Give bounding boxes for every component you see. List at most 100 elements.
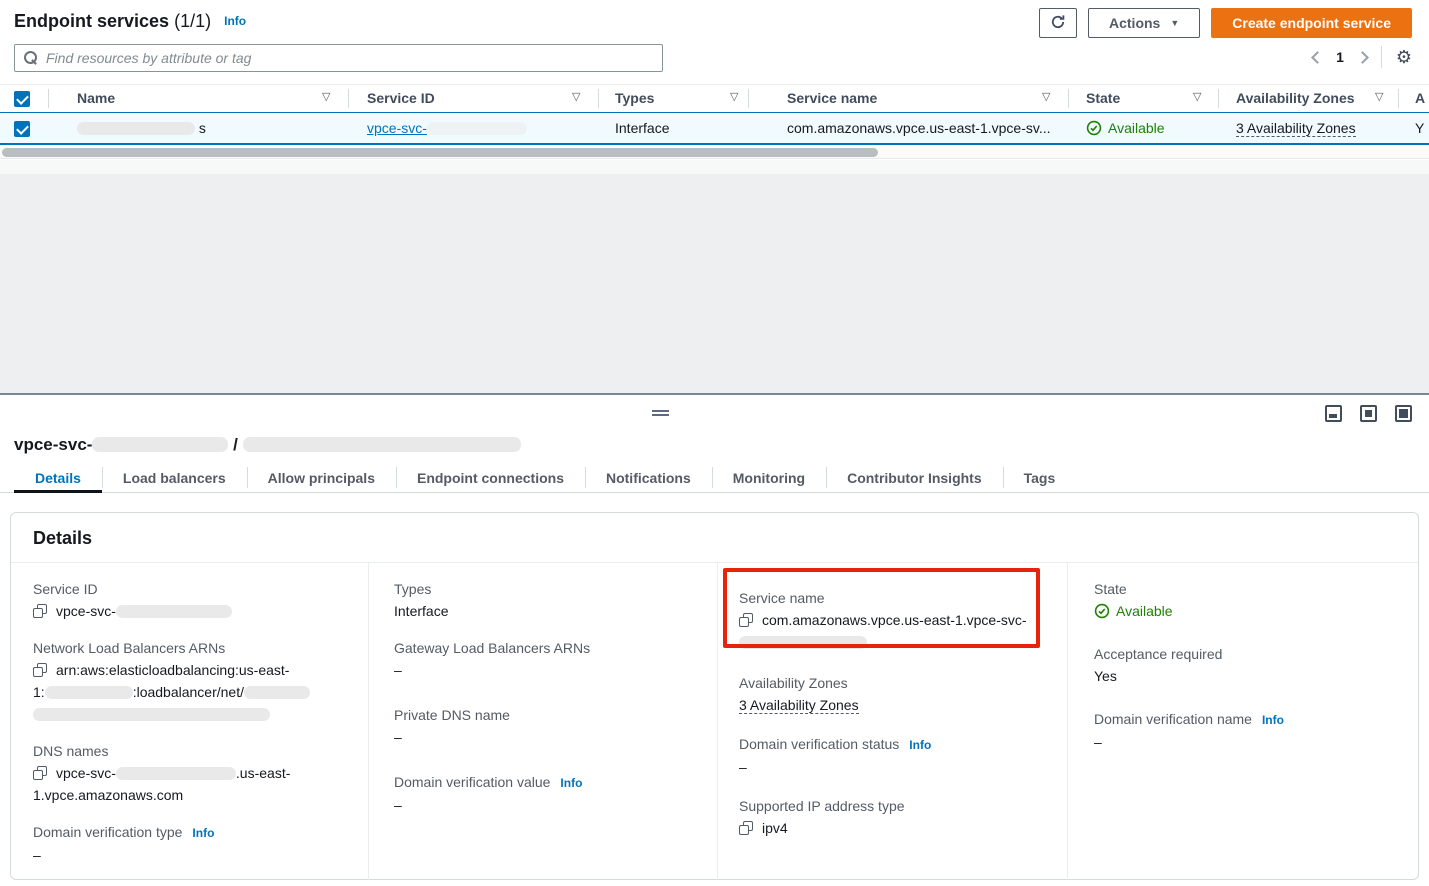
table-header: Name Service ID Types Service name State… [0,84,1429,112]
field-availability-zones: Availability Zones 3 Availability Zones [739,673,1037,716]
field-label: Supported IP address type [739,796,1037,817]
half-pane-icon[interactable] [1360,405,1377,422]
tab-endpoint-connections[interactable]: Endpoint connections [396,463,585,492]
column-header-name[interactable]: Name [77,90,115,106]
search-input[interactable] [38,45,662,71]
divider [348,89,349,108]
top-header: Endpoint services (1/1) Info Actions ▼ C… [0,0,1429,44]
column-header-service-id[interactable]: Service ID [367,90,435,106]
field-state: State Available [1094,579,1418,622]
tab-details[interactable]: Details [14,463,102,492]
actions-button[interactable]: Actions ▼ [1088,8,1200,38]
filter-icon-service-id[interactable] [572,90,580,103]
details-grid: Service ID vpce-svc- Network Load Balanc… [11,563,1418,880]
info-link[interactable]: Info [192,826,214,840]
column-header-types[interactable]: Types [615,90,654,106]
row-types-cell: Interface [615,120,669,136]
field-label: Service ID [33,579,368,600]
field-label: Types [394,579,717,600]
copy-icon[interactable] [33,766,47,780]
column-header-service-name[interactable]: Service name [787,90,877,106]
field-domain-verification-status: Domain verification statusInfo – [739,734,1037,778]
field-acceptance-required: Acceptance required Yes [1094,644,1418,687]
info-link[interactable]: Info [224,14,246,28]
settings-gear-icon[interactable] [1396,48,1412,67]
divider [48,89,49,108]
redacted-value [244,686,310,699]
info-link[interactable]: Info [1262,713,1284,727]
field-label: Private DNS name [394,705,717,726]
copy-icon[interactable] [739,613,753,627]
tab-tags[interactable]: Tags [1003,463,1077,492]
field-value: Yes [1094,665,1418,687]
scrollbar-thumb[interactable] [2,148,878,157]
panel-resize-handle[interactable] [652,410,669,416]
details-column-4: State Available Acceptance required Yes … [1067,563,1418,880]
row-service-id-link[interactable]: vpce-svc- [367,120,527,136]
info-link[interactable]: Info [909,738,931,752]
field-supported-ip-type: Supported IP address type ipv4 [739,796,1037,839]
column-header-availability-zones[interactable]: Availability Zones [1236,90,1355,106]
bottom-pane-icon[interactable] [1325,405,1342,422]
filter-icon-availability-zones[interactable] [1375,90,1383,103]
empty-value: – [1094,731,1418,753]
copy-icon[interactable] [739,821,753,835]
background-gap [0,160,1429,393]
divider [1398,89,1399,108]
create-endpoint-service-button[interactable]: Create endpoint service [1211,8,1412,38]
redacted-name [77,122,195,135]
field-dns-names: DNS names vpce-svc-.us-east- 1.vpce.amaz… [33,741,368,806]
horizontal-scrollbar[interactable] [0,147,1429,159]
details-column-1: Service ID vpce-svc- Network Load Balanc… [11,563,368,880]
previous-page-icon[interactable] [1311,51,1324,64]
caret-down-icon: ▼ [1170,18,1179,28]
filter-icon-types[interactable] [730,90,738,103]
field-domain-verification-value: Domain verification valueInfo – [394,772,717,816]
field-service-id: Service ID vpce-svc- [33,579,368,622]
empty-value: – [394,659,717,681]
full-pane-icon[interactable] [1395,405,1412,422]
filter-bar: 1 [0,43,1429,83]
tab-monitoring[interactable]: Monitoring [712,463,826,492]
details-column-2: Types Interface Gateway Load Balancers A… [368,563,717,880]
availability-zones-link[interactable]: 3 Availability Zones [739,697,859,714]
actions-button-label: Actions [1109,15,1160,31]
next-page-icon[interactable] [1356,51,1369,64]
panel-title: vpce-svc- / [14,435,521,455]
filter-icon-service-name[interactable] [1042,90,1050,103]
redacted-value [739,636,867,649]
field-label: Network Load Balancers ARNs [33,638,368,659]
info-link[interactable]: Info [560,776,582,790]
tab-allow-principals[interactable]: Allow principals [247,463,396,492]
empty-value: – [739,756,1037,778]
divider [1218,89,1219,108]
details-column-3: Service name com.amazonaws.vpce.us-east-… [717,563,1067,880]
column-header-truncated[interactable]: A [1415,90,1425,106]
select-all-checkbox[interactable] [14,91,30,107]
search-icon [24,51,38,65]
redacted-value [116,605,232,618]
refresh-button[interactable] [1039,8,1077,38]
filter-icon-state[interactable] [1193,90,1201,103]
field-value: Interface [394,600,717,622]
redacted-value [33,708,270,721]
available-check-icon [1094,603,1110,619]
table-row[interactable]: s vpce-svc- Interface com.amazonaws.vpce… [0,112,1429,145]
divider [1068,89,1069,108]
search-box[interactable] [14,44,663,72]
column-header-state[interactable]: State [1086,90,1120,106]
copy-icon[interactable] [33,663,47,677]
filter-icon-name[interactable] [322,90,330,103]
tab-load-balancers[interactable]: Load balancers [102,463,247,492]
tab-contributor-insights[interactable]: Contributor Insights [826,463,1003,492]
redacted-service-id [427,122,527,135]
field-gateway-lb-arns: Gateway Load Balancers ARNs – [394,638,717,681]
copy-icon[interactable] [33,604,47,618]
row-availability-zones-link[interactable]: 3 Availability Zones [1236,120,1356,136]
field-label: Availability Zones [739,673,1037,694]
details-heading: Details [11,513,1418,563]
tab-notifications[interactable]: Notifications [585,463,712,492]
row-truncated-cell: Y [1415,120,1424,136]
row-checkbox[interactable] [14,121,30,137]
redacted-value [116,767,236,780]
